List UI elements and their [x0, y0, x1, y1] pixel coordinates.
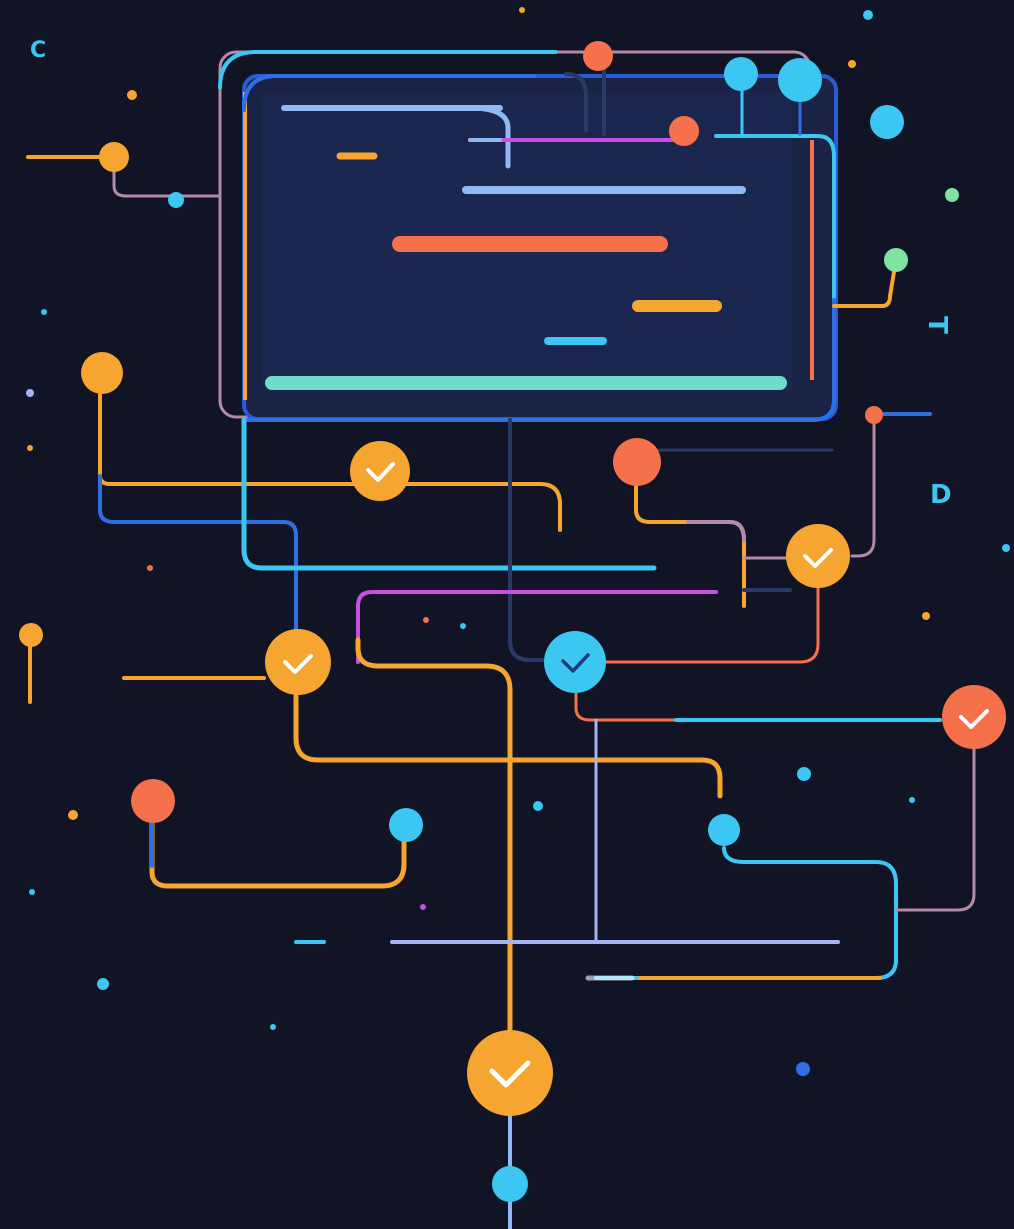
check-icon: [265, 629, 331, 695]
margin-letter-c: C: [30, 38, 47, 63]
node-dot: [492, 1166, 528, 1202]
network-illustration: [19, 7, 1010, 1229]
node-dot: [708, 814, 740, 846]
node-dot: [131, 779, 175, 823]
node-dot: [669, 116, 699, 146]
node-dot: [81, 352, 123, 394]
node-dot: [613, 438, 661, 486]
node-dot: [168, 192, 184, 208]
check-nodes: [265, 441, 1006, 1116]
node-dot: [884, 248, 908, 272]
margin-letter-d: D: [930, 480, 952, 510]
check-icon: [467, 1030, 553, 1116]
node-dot: [724, 57, 758, 91]
node-dot: [389, 808, 423, 842]
canvas: C T D: [0, 0, 1014, 1229]
node-dot: [19, 623, 43, 647]
node-dot: [778, 58, 822, 102]
check-icon: [786, 524, 850, 588]
node-dot: [583, 41, 613, 71]
margin-letter-t: T: [921, 316, 952, 334]
check-icon: [350, 441, 410, 501]
check-icon: [544, 631, 606, 693]
node-dot: [99, 142, 129, 172]
node-dot: [870, 105, 904, 139]
monitor: [218, 50, 838, 421]
node-dot: [865, 406, 883, 424]
check-icon: [942, 685, 1006, 749]
lower-wiring: [149, 746, 976, 1229]
